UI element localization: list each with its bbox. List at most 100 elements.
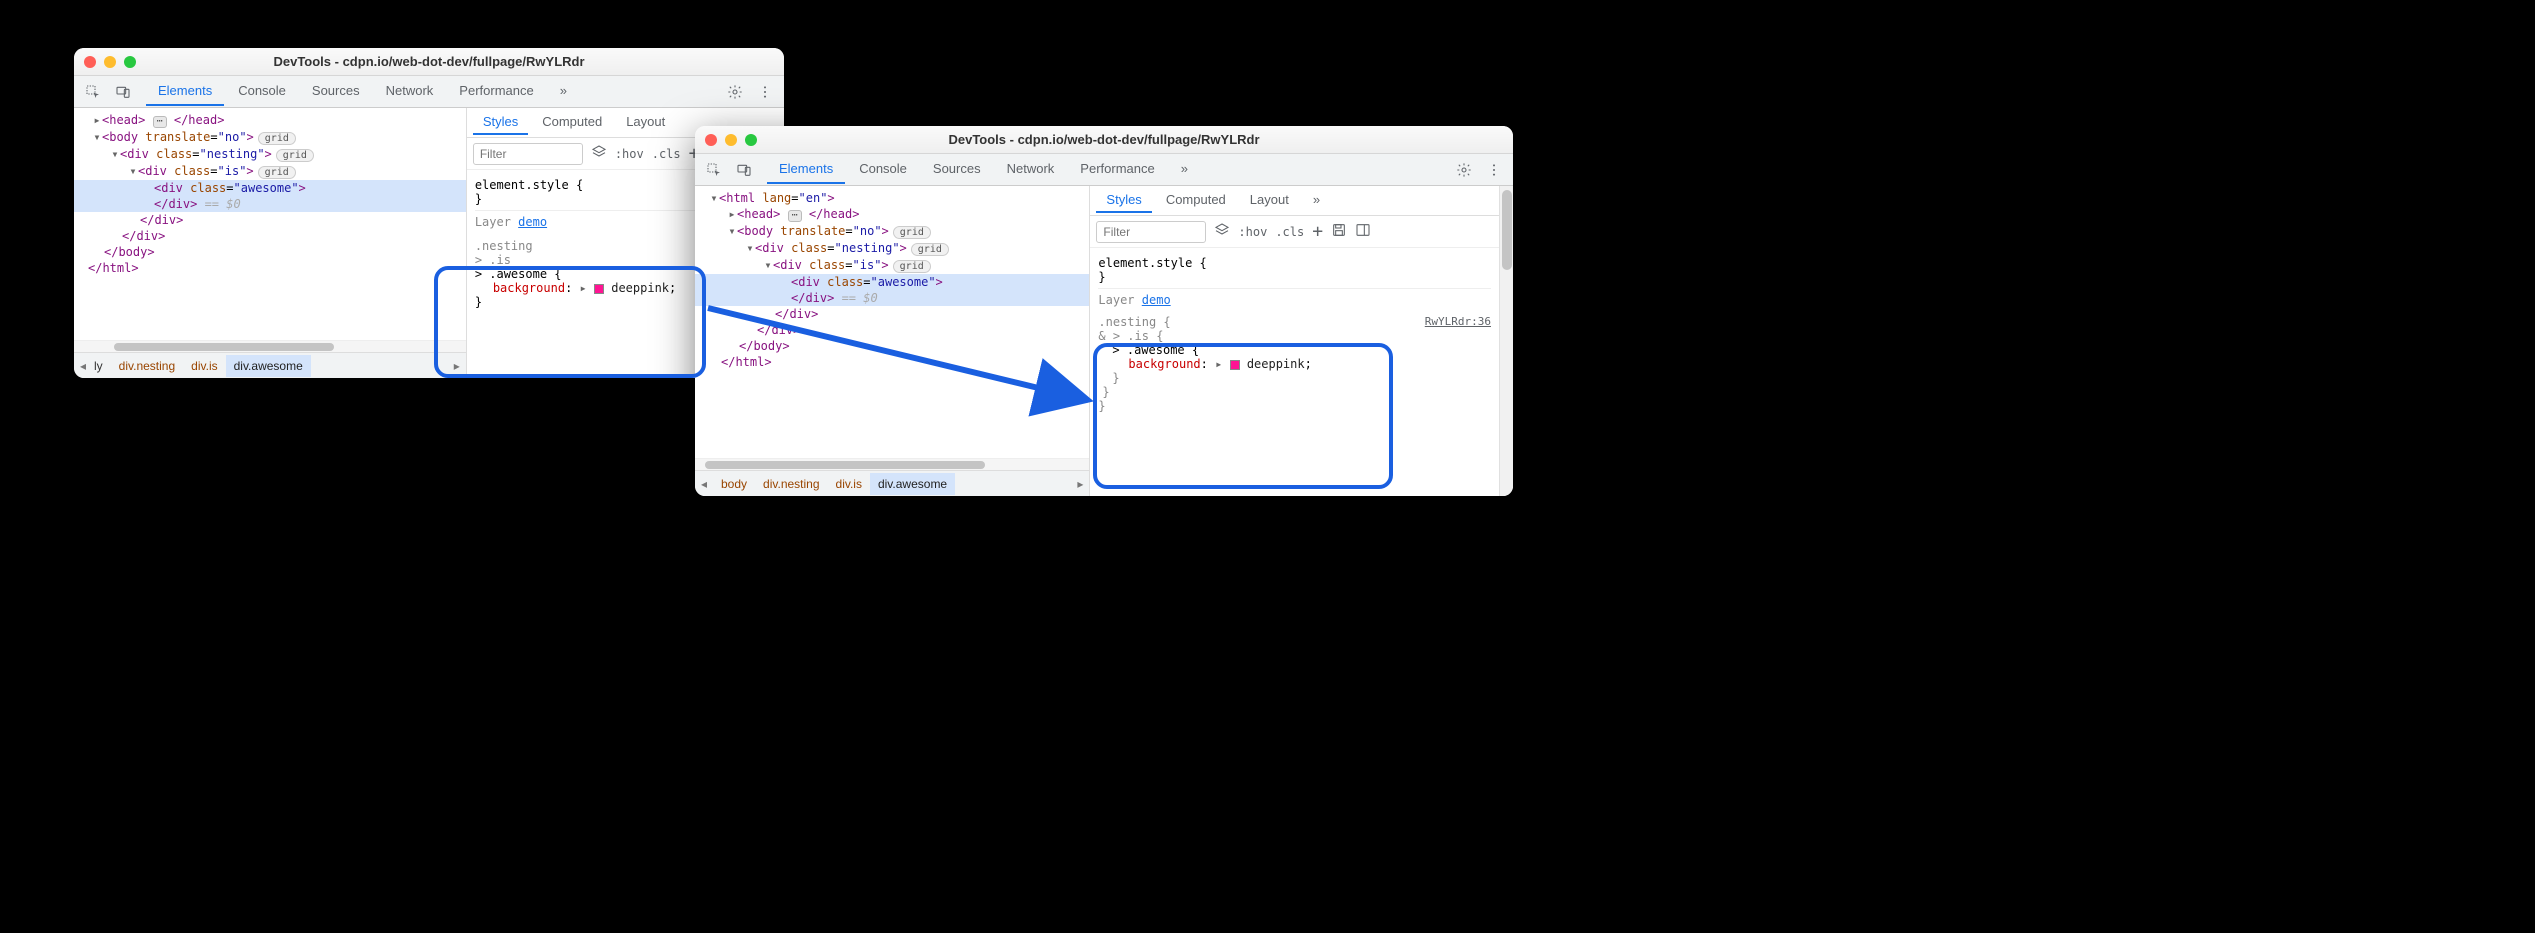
cls-button[interactable]: .cls [652, 147, 681, 161]
dom-selected-line[interactable]: <div class="awesome"> [695, 274, 1089, 290]
tab-console[interactable]: Console [847, 155, 919, 184]
tab-more[interactable]: » [548, 77, 579, 106]
dom-close-html: </html> [88, 261, 139, 275]
dom-tree[interactable]: ▾<html lang="en"> ▸<head> ⋯ </head> ▾<bo… [695, 186, 1089, 470]
save-icon[interactable] [1331, 222, 1347, 242]
layer-link[interactable]: demo [1142, 293, 1171, 307]
inspect-icon[interactable] [80, 79, 106, 105]
prop-val[interactable]: deeppink [611, 281, 669, 295]
subtab-computed[interactable]: Computed [1156, 188, 1236, 213]
sel-amp-is: & > .is { [1098, 329, 1491, 343]
breadcrumb: ◂ body div.nesting div.is div.awesome ▸ [695, 470, 1089, 496]
vertical-scrollbar[interactable] [1499, 186, 1513, 496]
dom-is-val: "is" [218, 164, 247, 178]
color-swatch[interactable] [594, 284, 604, 294]
layers-icon[interactable] [1214, 222, 1230, 242]
tab-elements[interactable]: Elements [146, 77, 224, 106]
layers-icon[interactable] [591, 144, 607, 164]
minimize-icon[interactable] [104, 56, 116, 68]
chevron-left-icon[interactable]: ◂ [695, 477, 713, 491]
source-link[interactable]: RwYLRdr:36 [1425, 315, 1491, 328]
dom-selected-line[interactable]: <div class="awesome"> [74, 180, 466, 196]
device-icon[interactable] [110, 79, 136, 105]
subtab-layout[interactable]: Layout [1240, 188, 1299, 213]
dom-tree[interactable]: ▸<head> ⋯ </head> ▾<body translate="no">… [74, 108, 466, 352]
grid-badge[interactable]: grid [893, 260, 931, 273]
subtab-more[interactable]: » [1303, 188, 1330, 213]
crumb-nesting[interactable]: div.nesting [111, 355, 183, 377]
kebab-icon[interactable] [1481, 157, 1507, 183]
tab-console[interactable]: Console [226, 77, 298, 106]
prop-name[interactable]: background [493, 281, 565, 295]
grid-badge[interactable]: grid [258, 166, 296, 179]
tab-elements[interactable]: Elements [767, 155, 845, 184]
tab-sources[interactable]: Sources [921, 155, 993, 184]
layer-label: Layer [1098, 293, 1134, 307]
close-icon[interactable] [705, 134, 717, 146]
layer-link[interactable]: demo [518, 215, 547, 229]
ellipsis-icon[interactable]: ⋯ [153, 116, 167, 128]
dom-body-val: "no" [218, 130, 247, 144]
minimize-icon[interactable] [725, 134, 737, 146]
chevron-right-icon[interactable]: ▸ [448, 359, 466, 373]
grid-badge[interactable]: grid [911, 243, 949, 256]
dom-html-tag: html [726, 191, 755, 205]
cls-button[interactable]: .cls [1275, 225, 1304, 239]
plus-button[interactable]: + [1312, 221, 1323, 242]
gear-icon[interactable] [722, 79, 748, 105]
main-toolbar: Elements Console Sources Network Perform… [695, 154, 1513, 186]
subtab-styles[interactable]: Styles [1096, 188, 1151, 213]
dom-head-close: </head> [174, 113, 225, 127]
crumb-body[interactable]: body [713, 473, 755, 495]
color-swatch[interactable] [1230, 360, 1240, 370]
device-icon[interactable] [731, 157, 757, 183]
ellipsis-icon[interactable]: ⋯ [788, 210, 802, 222]
window-title: DevTools - cdpn.io/web-dot-dev/fullpage/… [948, 132, 1259, 147]
chevron-left-icon[interactable]: ◂ [74, 359, 92, 373]
crumb-awesome[interactable]: div.awesome [870, 473, 955, 495]
close-icon[interactable] [84, 56, 96, 68]
prop-val[interactable]: deeppink [1247, 357, 1305, 371]
expand-icon[interactable]: ▸ [1215, 357, 1222, 371]
filter-input[interactable] [1096, 221, 1206, 243]
crumb-is[interactable]: div.is [828, 473, 870, 495]
chevron-right-icon[interactable]: ▸ [1071, 477, 1089, 491]
expand-icon[interactable]: ▸ [580, 281, 587, 295]
filter-input[interactable] [473, 143, 583, 165]
main-toolbar: Elements Console Sources Network Perform… [74, 76, 784, 108]
grid-badge[interactable]: grid [258, 132, 296, 145]
zoom-icon[interactable] [124, 56, 136, 68]
gear-icon[interactable] [1451, 157, 1477, 183]
hov-button[interactable]: :hov [1238, 225, 1267, 239]
element-style-label: element.style { [1098, 256, 1491, 270]
grid-badge[interactable]: grid [893, 226, 931, 239]
dom-eq0: == $0 [197, 197, 240, 211]
horizontal-scrollbar[interactable] [74, 340, 466, 352]
tab-performance[interactable]: Performance [1068, 155, 1166, 184]
horizontal-scrollbar[interactable] [695, 458, 1089, 470]
zoom-icon[interactable] [745, 134, 757, 146]
crumb-is[interactable]: div.is [183, 355, 225, 377]
kebab-icon[interactable] [752, 79, 778, 105]
inspect-icon[interactable] [701, 157, 727, 183]
subtab-layout[interactable]: Layout [616, 110, 675, 135]
breadcrumb: ◂ ly div.nesting div.is div.awesome ▸ [74, 352, 466, 378]
prop-name[interactable]: background [1128, 357, 1200, 371]
tab-network[interactable]: Network [374, 77, 446, 106]
crumb-awesome[interactable]: div.awesome [226, 355, 311, 377]
crumb-ly[interactable]: ly [92, 355, 111, 377]
tab-performance[interactable]: Performance [447, 77, 545, 106]
sel-awesome: > .awesome { [1098, 343, 1491, 357]
tab-sources[interactable]: Sources [300, 77, 372, 106]
tab-more[interactable]: » [1169, 155, 1200, 184]
dom-head-open: <head> [102, 113, 145, 127]
tab-network[interactable]: Network [995, 155, 1067, 184]
titlebar: DevTools - cdpn.io/web-dot-dev/fullpage/… [74, 48, 784, 76]
subtab-computed[interactable]: Computed [532, 110, 612, 135]
grid-badge[interactable]: grid [276, 149, 314, 162]
dom-close-div: </div> [154, 197, 197, 211]
subtab-styles[interactable]: Styles [473, 110, 528, 135]
hov-button[interactable]: :hov [615, 147, 644, 161]
panel-icon[interactable] [1355, 222, 1371, 242]
crumb-nesting[interactable]: div.nesting [755, 473, 827, 495]
